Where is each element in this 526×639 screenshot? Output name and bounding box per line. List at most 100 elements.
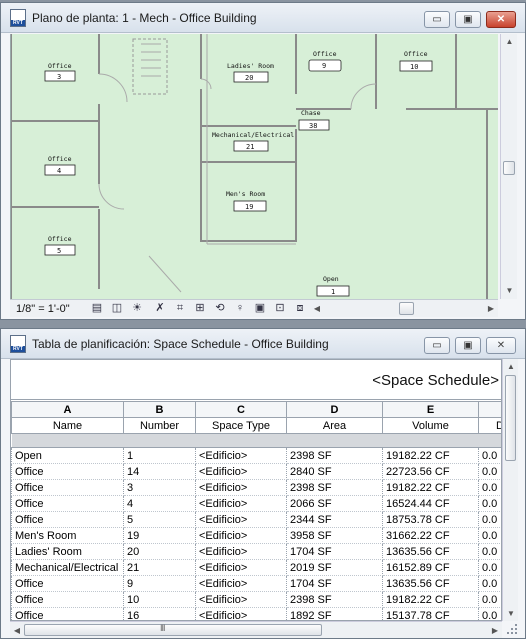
table-row[interactable]: Office 10 <Edificio> 2398 SF 19182.22 CF 0.0 … [11,591,501,608]
scroll-left-arrow-icon[interactable]: ◀ [10,622,24,639]
table-cell[interactable]: 9 [123,575,196,592]
table-cell[interactable]: 19182.22 CF [382,479,479,496]
table-cell[interactable]: 18753.78 CF [382,511,479,528]
table-cell[interactable]: 0.0 B [478,575,501,592]
restore-button[interactable]: ▣ [455,337,481,354]
schedule-titlebar[interactable]: Tabla de planificación: Space Schedule -… [1,329,525,359]
table-cell[interactable]: 19 [123,527,196,544]
column-header[interactable]: Number [123,417,196,434]
column-header[interactable]: Desi [478,417,501,434]
table-row[interactable]: Office 14 <Edificio> 2840 SF 22723.56 CF 0.0 … [11,463,501,480]
table-cell[interactable]: 16524.44 CF [382,495,479,512]
table-cell[interactable]: <Edificio> [195,575,287,592]
table-cell[interactable]: <Edificio> [195,543,287,560]
unlock-3d-icon[interactable]: ⟲ [213,302,227,315]
table-cell[interactable]: Office [11,463,124,480]
scroll-thumb[interactable]: III [24,623,322,636]
table-cell[interactable]: 0.0 B [478,527,501,544]
table-cell[interactable]: 0.0 B [478,463,501,480]
table-cell[interactable]: 2066 SF [286,495,383,512]
floor-plan-window[interactable]: Plano de planta: 1 - Mech - Office Build… [0,2,526,320]
table-cell[interactable]: Ladies' Room [11,543,124,560]
table-cell[interactable]: 0.0 B [478,495,501,512]
schedule-table[interactable]: A B C D E F Name Number Space Type Area … [11,401,501,620]
table-cell[interactable]: 1892 SF [286,607,383,620]
3d-box-icon[interactable]: ◫ [110,302,124,315]
table-cell[interactable]: 10 [123,591,196,608]
scroll-down-arrow-icon[interactable]: ▼ [503,606,519,621]
plan-vertical-scrollbar[interactable]: ▲ ▼ [500,34,517,299]
schedule-vertical-scrollbar[interactable]: ▲ ▼ [502,359,518,621]
table-cell[interactable]: 15137.78 CF [382,607,479,620]
table-cell[interactable]: 2398 SF [286,479,383,496]
table-cell[interactable]: <Edificio> [195,591,287,608]
schedule-horizontal-scrollbar[interactable]: ◀ III ▶ [10,621,502,638]
table-row[interactable]: Office3<Edificio>2398 SF19182.22 CF0.0 B [11,479,501,496]
plan-titlebar[interactable]: Plano de planta: 1 - Mech - Office Build… [1,3,525,33]
table-cell[interactable]: Office [11,591,124,608]
table-cell[interactable]: 0.0 B [478,591,501,608]
plan-horizontal-scrollbar[interactable]: ◀ ▶ [310,299,498,317]
table-cell[interactable]: 3 [123,479,196,496]
highlight-displacement-icon[interactable]: ⧈ [293,302,307,315]
table-cell[interactable]: 2344 SF [286,511,383,528]
table-cell[interactable]: 13635.56 CF [382,575,479,592]
show-crop-icon[interactable]: ⊞ [193,302,207,315]
table-cell[interactable]: Open [11,447,124,464]
column-letter[interactable]: A [11,401,124,418]
table-cell[interactable]: Office [11,511,124,528]
table-cell[interactable]: 1704 SF [286,543,383,560]
table-cell[interactable]: 2398 SF [286,591,383,608]
table-cell[interactable]: 0.0 B [478,511,501,528]
table-cell[interactable]: 5 [123,511,196,528]
column-header[interactable]: Area [286,417,383,434]
table-cell[interactable]: 22723.56 CF [382,463,479,480]
model-graphics-icon[interactable]: ▤ [90,302,104,315]
table-cell[interactable]: 31662.22 CF [382,527,479,544]
table-cell[interactable]: Office [11,495,124,512]
table-cell[interactable]: 1704 SF [286,575,383,592]
table-cell[interactable]: 0.0 B [478,447,501,464]
column-letter[interactable]: D [286,401,383,418]
table-cell[interactable]: <Edificio> [195,607,287,620]
column-letter[interactable]: C [195,401,287,418]
table-cell[interactable]: 0.0 B [478,543,501,560]
table-cell[interactable]: <Edificio> [195,527,287,544]
table-cell[interactable]: Men's Room [11,527,124,544]
column-letter[interactable]: B [123,401,196,418]
table-cell[interactable]: 16 [123,607,196,620]
table-row[interactable]: Office9<Edificio>1704 SF13635.56 CF0.0 B [11,575,501,592]
scroll-up-arrow-icon[interactable]: ▲ [503,359,519,374]
table-row[interactable]: Ladies' Room 20 <Edificio> 1704 SF 13635.56 … [11,543,501,560]
table-row[interactable]: Mechanical/Electrical 21 <Edificio> 2019 SF… [11,559,501,576]
restore-button[interactable]: ▣ [455,11,481,28]
minimize-button[interactable]: ▭ [424,337,450,354]
table-row[interactable]: Office4<Edificio>2066 SF16524.44 CF0.0 B [11,495,501,512]
table-cell[interactable]: <Edificio> [195,447,287,464]
resize-grip-icon[interactable] [506,623,518,635]
table-cell[interactable]: 19182.22 CF [382,447,479,464]
table-cell[interactable]: Office [11,575,124,592]
scroll-thumb[interactable] [503,161,515,175]
table-cell[interactable]: 16152.89 CF [382,559,479,576]
table-cell[interactable]: 2840 SF [286,463,383,480]
view-scale-button[interactable]: 1/8" = 1'-0" [16,303,70,315]
table-cell[interactable]: 13635.56 CF [382,543,479,560]
table-cell[interactable]: 19182.22 CF [382,591,479,608]
column-header[interactable]: Space Type [195,417,287,434]
column-letter[interactable]: F [478,401,501,418]
table-cell[interactable]: 0.0 B [478,479,501,496]
crop-view-icon[interactable]: ⌗ [173,302,187,315]
reveal-hidden-icon[interactable]: ▣ [253,302,267,315]
scroll-right-arrow-icon[interactable]: ▶ [484,300,498,318]
floor-plan-canvas[interactable]: Office 3 Office 4 Office 5 Ladies' Room … [10,34,498,299]
table-row[interactable]: Open1<Edificio>2398 SF19182.22 CF0.0 B [11,447,501,464]
close-button[interactable]: ✕ [486,11,516,28]
close-button[interactable]: ✕ [486,337,516,354]
scroll-right-arrow-icon[interactable]: ▶ [488,622,502,639]
temporary-hide-icon[interactable]: ♀ [233,302,247,315]
schedule-window[interactable]: Tabla de planificación: Space Schedule -… [0,328,526,639]
table-cell[interactable]: 21 [123,559,196,576]
table-cell[interactable]: <Edificio> [195,479,287,496]
table-cell[interactable]: 4 [123,495,196,512]
